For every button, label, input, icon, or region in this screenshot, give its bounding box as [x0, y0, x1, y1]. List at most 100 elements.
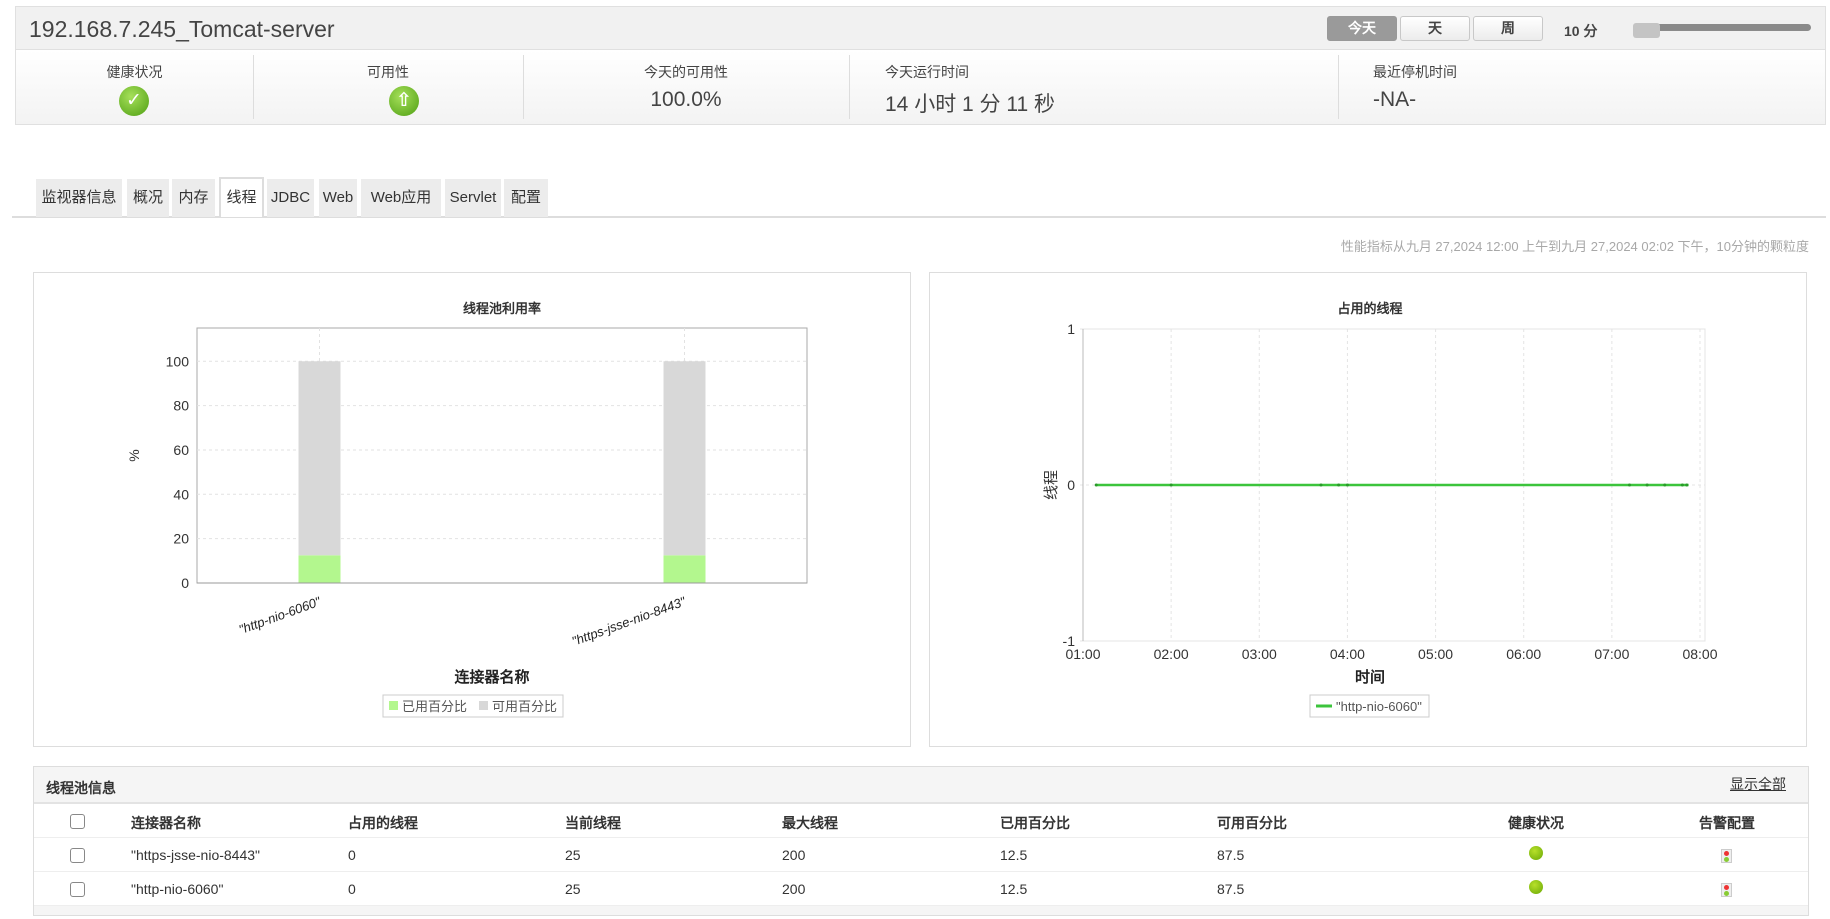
connector-name: "http-nio-6060": [131, 881, 224, 897]
tab-memory[interactable]: 内存: [172, 179, 215, 217]
legend-label: 可用百分比: [492, 699, 557, 714]
free-percent: 87.5: [1217, 847, 1245, 863]
chart-title: 占用的线程: [1337, 301, 1402, 316]
health-ok-icon[interactable]: [1529, 846, 1543, 860]
table-row: "https-jsse-nio-8443" 0 25 200 12.5 87.5: [34, 838, 1808, 872]
busy-threads: 0: [348, 847, 356, 863]
table-header-bar: 线程池信息 显示全部: [34, 767, 1808, 804]
today-availability-label: 今天的可用性: [644, 64, 728, 80]
legend-swatch: [479, 701, 488, 710]
y-axis-title: 线程: [1043, 470, 1060, 500]
x-tick-label: 08:00: [1682, 646, 1717, 662]
chart-title: 线程池利用率: [463, 301, 541, 316]
col-header[interactable]: 可用百分比: [1217, 813, 1287, 833]
bar-used: [663, 555, 706, 583]
x-axis-title: 时间: [1355, 668, 1385, 686]
col-header[interactable]: 已用百分比: [1000, 813, 1070, 833]
alarm-config-icon[interactable]: [1721, 849, 1732, 863]
plot-area: [196, 327, 808, 584]
bar-free: [298, 361, 341, 556]
tab-threads[interactable]: 线程: [219, 177, 264, 217]
health-label: 健康状况: [106, 64, 163, 80]
x-tick-label: 04:00: [1330, 646, 1365, 662]
col-header[interactable]: 连接器名称: [131, 813, 201, 833]
last-down-label: 最近停机时间: [1373, 64, 1457, 80]
data-point: [1663, 483, 1667, 487]
bar-free: [663, 361, 706, 556]
uptime-label: 今天运行时间: [885, 64, 969, 80]
thread-pool-utilization-panel: 线程池利用率 0 20 40 60 80 100 "http-nio-6060" "https-…: [33, 272, 911, 747]
row-checkbox[interactable]: [70, 882, 85, 897]
thread-pool-utilization-chart: 线程池利用率 0 20 40 60 80 100 "http-nio-6060" "https-…: [126, 301, 808, 718]
table-title: 线程池信息: [46, 780, 116, 796]
data-point: [1169, 483, 1173, 487]
tab-overview[interactable]: 概况: [127, 179, 169, 217]
col-header: 告警配置: [1699, 815, 1755, 831]
legend-label: 已用百分比: [402, 699, 467, 714]
current-threads: 25: [565, 847, 581, 863]
tab-config[interactable]: 配置: [504, 179, 548, 217]
x-tick-label: "http-nio-6060": [237, 593, 324, 637]
legend-swatch: [389, 701, 398, 710]
tab-servlet[interactable]: Servlet: [445, 179, 501, 217]
tab-bar: 监视器信息 概况 内存 线程 JDBC Web Web应用 Servlet 配置: [12, 177, 1826, 218]
current-threads: 25: [565, 881, 581, 897]
max-threads: 200: [782, 847, 806, 863]
stats-row: 健康状况 ✓ 可用性 ⇧ 今天的可用性 100.0% 今天运行时间 14 小时 …: [15, 50, 1826, 125]
tab-monitor-info[interactable]: 监视器信息: [36, 179, 122, 217]
bar-used: [298, 555, 341, 583]
table-header-row: 连接器名称 占用的线程 当前线程 最大线程 已用百分比 可用百分比 健康状况 告…: [34, 804, 1808, 838]
y-tick-label: 60: [173, 442, 189, 458]
data-point: [1685, 483, 1689, 487]
period-week-button[interactable]: 周: [1473, 16, 1543, 41]
availability-label: 可用性: [367, 64, 409, 80]
data-point: [1645, 483, 1649, 487]
x-tick-label: 02:00: [1154, 646, 1189, 662]
y-tick-label: -1: [1063, 633, 1076, 649]
y-tick-label: 1: [1067, 321, 1075, 337]
granularity-label: 10 分: [1564, 23, 1598, 39]
tab-jdbc[interactable]: JDBC: [267, 179, 314, 217]
x-axis-title: 连接器名称: [454, 668, 529, 686]
y-tick-label: 40: [173, 486, 189, 502]
monitor-title: 192.168.7.245_Tomcat-server: [29, 16, 335, 42]
col-header[interactable]: 最大线程: [782, 813, 838, 833]
data-point: [1345, 483, 1349, 487]
legend-label: "http-nio-6060": [1336, 699, 1422, 714]
slider-handle[interactable]: [1633, 23, 1660, 38]
y-tick-label: 80: [173, 398, 189, 414]
data-point: [1627, 483, 1631, 487]
data-point: [1680, 483, 1684, 487]
y-tick-label: 20: [173, 531, 189, 547]
health-ok-icon[interactable]: [1529, 880, 1543, 894]
y-tick-label: 0: [1067, 477, 1075, 493]
col-header[interactable]: 当前线程: [565, 813, 621, 833]
busy-threads-chart: 占用的线程01:00 02:00 03:00 04:00 05:00 06:00 07:00…: [1043, 301, 1718, 718]
x-tick-label: "https-jsse-nio-8443": [570, 593, 689, 649]
data-point: [1337, 483, 1341, 487]
used-percent: 12.5: [1000, 881, 1028, 897]
alarm-config-icon[interactable]: [1721, 883, 1732, 897]
busy-threads: 0: [348, 881, 356, 897]
row-checkbox[interactable]: [70, 848, 85, 863]
divider: [1338, 55, 1339, 119]
period-today-button[interactable]: 今天: [1327, 16, 1397, 41]
free-percent: 87.5: [1217, 881, 1245, 897]
busy-threads-panel: 占用的线程 01:00 02:00 03:00 04:00 05:00 06:00 07:00…: [929, 272, 1807, 747]
data-point: [1094, 483, 1098, 487]
x-tick-label: 06:00: [1506, 646, 1541, 662]
last-down-value: -NA-: [1373, 88, 1417, 111]
show-all-link[interactable]: 显示全部: [1730, 774, 1786, 794]
tab-web-apps[interactable]: Web应用: [361, 179, 441, 217]
tab-web[interactable]: Web: [319, 179, 357, 217]
period-day-button[interactable]: 天: [1400, 16, 1470, 41]
max-threads: 200: [782, 881, 806, 897]
col-header: 健康状况: [1508, 815, 1564, 831]
y-tick-label: 100: [166, 353, 190, 369]
check-circle-icon: ✓: [119, 86, 149, 116]
uptime-value: 14 小时 1 分 11 秒: [885, 93, 1056, 116]
select-all-checkbox[interactable]: [70, 814, 85, 829]
used-percent: 12.5: [1000, 847, 1028, 863]
up-arrow-icon: ⇧: [389, 86, 419, 116]
col-header[interactable]: 占用的线程: [348, 813, 418, 833]
